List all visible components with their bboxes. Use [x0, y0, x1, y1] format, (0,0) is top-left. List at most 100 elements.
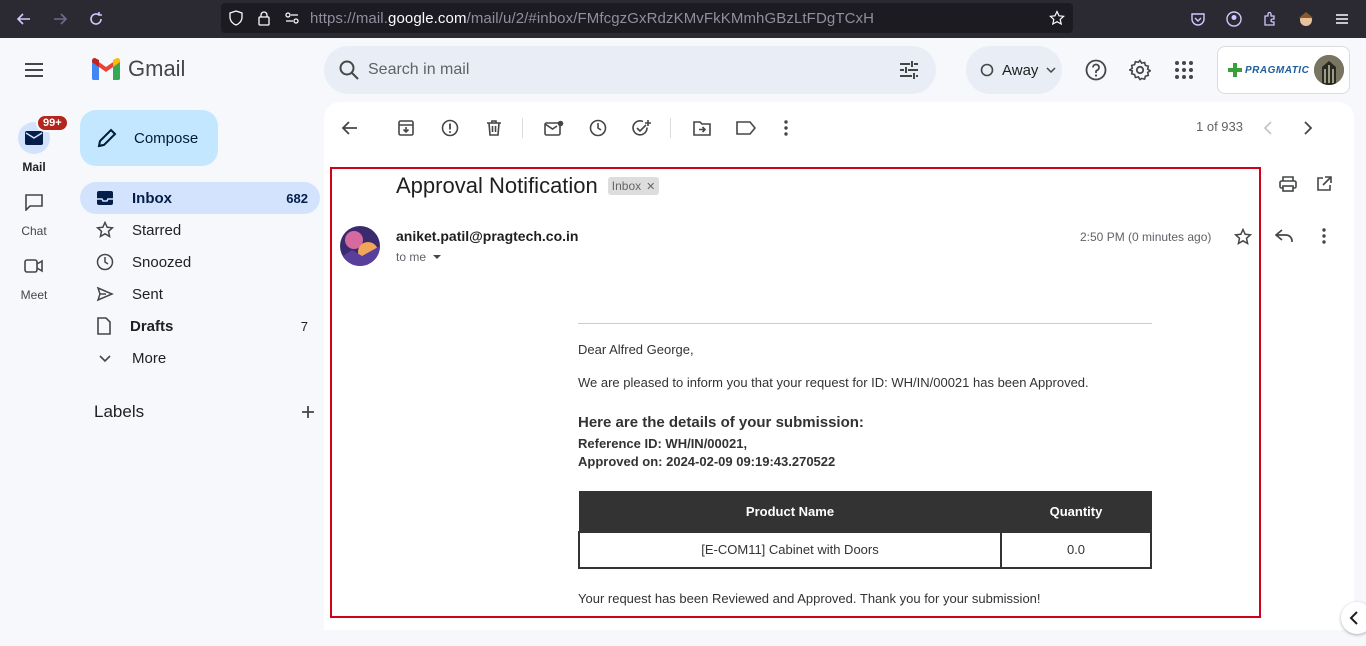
recipient-text: to me — [396, 250, 427, 264]
nav-count: 682 — [286, 190, 308, 206]
nav-item-more[interactable]: More — [80, 342, 320, 374]
mark-unread-icon[interactable] — [542, 116, 566, 140]
reload-icon[interactable] — [86, 9, 106, 29]
gmail-m-icon — [92, 58, 120, 80]
send-icon — [96, 286, 114, 302]
draft-icon — [97, 317, 111, 335]
menu-icon[interactable] — [1332, 9, 1352, 29]
intro-paragraph: We are pleased to inform you that your r… — [578, 375, 1089, 390]
account-icon[interactable] — [1224, 9, 1244, 29]
more-vert-icon[interactable] — [774, 116, 798, 140]
details-heading: Here are the details of your submission: — [578, 414, 864, 431]
chevron-down-icon — [1046, 67, 1056, 73]
star-email-icon[interactable] — [1233, 227, 1253, 251]
search-options-icon[interactable] — [898, 59, 920, 86]
compose-label: Compose — [134, 129, 199, 147]
profile-avatar-icon[interactable] — [1296, 9, 1316, 29]
closing-paragraph: Your request has been Reviewed and Appro… — [578, 590, 1041, 606]
bookmark-star-icon[interactable] — [1047, 8, 1067, 28]
address-bar[interactable]: https://mail.google.com/mail/u/2/#inbox/… — [221, 3, 1073, 33]
search-icon[interactable] — [338, 59, 360, 86]
pagination-text: 1 of 933 — [1196, 119, 1243, 134]
archive-icon[interactable] — [394, 116, 418, 140]
rail-chat-label: Chat — [21, 224, 47, 238]
print-icon[interactable] — [1276, 172, 1300, 196]
recipient-line[interactable]: to me — [396, 250, 442, 264]
label-icon[interactable] — [734, 116, 758, 140]
org-logo: PRAGMATIC — [1228, 63, 1309, 77]
pencil-icon — [97, 128, 117, 148]
account-switcher[interactable]: PRAGMATIC — [1217, 46, 1350, 94]
permissions-icon[interactable] — [282, 8, 302, 28]
rail-meet[interactable]: Meet — [0, 250, 68, 302]
toolbar-divider — [522, 118, 523, 138]
pragmatic-logo-icon — [1228, 63, 1242, 77]
product-table: Product Name Quantity [E-COM11] Cabinet … — [578, 491, 1152, 569]
email-subject: Approval Notification — [396, 173, 598, 198]
settings-gear-icon[interactable] — [1128, 58, 1152, 82]
cell-quantity: 0.0 — [1000, 530, 1152, 569]
inbox-icon — [97, 191, 113, 205]
reply-icon[interactable] — [1272, 224, 1296, 248]
back-arrow-icon[interactable] — [14, 9, 34, 29]
delete-icon[interactable] — [482, 116, 506, 140]
snooze-icon[interactable] — [586, 116, 610, 140]
nav-count: 7 — [300, 318, 308, 334]
rail-chat[interactable]: Chat — [0, 186, 68, 238]
sender-email[interactable]: aniket.patil@pragtech.co.in — [396, 228, 578, 244]
video-camera-icon — [24, 259, 43, 273]
header-product-name: Product Name — [578, 491, 1002, 532]
avatar[interactable] — [1314, 55, 1344, 85]
nav-item-inbox[interactable]: Inbox 682 — [80, 182, 320, 214]
pocket-icon[interactable] — [1188, 9, 1208, 29]
back-icon[interactable] — [338, 116, 362, 140]
browser-toolbar: https://mail.google.com/mail/u/2/#inbox/… — [0, 0, 1366, 38]
add-task-icon[interactable] — [630, 116, 654, 140]
open-new-window-icon[interactable] — [1312, 172, 1336, 196]
nav-item-snoozed[interactable]: Snoozed — [80, 246, 320, 278]
status-circle-icon — [980, 63, 994, 77]
inbox-label-chip[interactable]: Inbox ✕ — [607, 177, 660, 195]
divider — [578, 323, 1152, 324]
email-subject-row: Approval Notification Inbox ✕ — [396, 173, 660, 199]
nav-item-starred[interactable]: Starred — [80, 214, 320, 246]
extensions-icon[interactable] — [1260, 9, 1280, 29]
report-spam-icon[interactable] — [438, 116, 462, 140]
table-row: [E-COM11] Cabinet with Doors 0.0 — [578, 530, 1152, 569]
rail-mail[interactable]: 99+ Mail — [0, 114, 69, 174]
email-body: Dear Alfred George, We are pleased to in… — [578, 323, 1152, 606]
shield-icon — [226, 8, 246, 28]
nav-label: More — [132, 349, 167, 367]
highlighted-email: Approval Notification Inbox ✕ aniket.pat… — [330, 167, 1261, 618]
message-more-icon[interactable] — [1312, 224, 1336, 248]
status-selector[interactable]: Away — [966, 46, 1062, 94]
chevron-left-icon — [1349, 611, 1358, 625]
sender-avatar[interactable] — [340, 226, 380, 266]
side-panel-toggle[interactable] — [1341, 602, 1366, 634]
apps-grid-icon[interactable] — [1172, 58, 1196, 82]
forward-arrow-icon[interactable] — [50, 9, 70, 29]
nav-label: Snoozed — [132, 253, 192, 271]
caret-down-icon[interactable] — [432, 254, 442, 260]
nav-item-drafts[interactable]: Drafts 7 — [80, 310, 320, 342]
help-icon[interactable] — [1084, 58, 1108, 82]
search-bar[interactable] — [324, 46, 936, 94]
message-view: 1 of 933 Approval Notification Inbox ✕ a… — [324, 102, 1354, 630]
rail-mail-label: Mail — [22, 160, 46, 174]
unread-badge: 99+ — [36, 114, 69, 132]
table-header-row: Product Name Quantity — [578, 491, 1152, 532]
compose-button[interactable]: Compose — [80, 110, 218, 166]
older-chevron-icon[interactable] — [1296, 116, 1320, 140]
mail-icon — [25, 131, 43, 145]
remove-label-icon[interactable]: ✕ — [646, 180, 655, 193]
move-to-icon[interactable] — [690, 116, 714, 140]
plus-icon[interactable] — [300, 404, 316, 420]
gmail-logo[interactable]: Gmail — [90, 56, 185, 82]
lock-icon — [254, 8, 274, 28]
email-time: 2:50 PM (0 minutes ago) — [1080, 230, 1212, 244]
newer-chevron-icon[interactable] — [1256, 116, 1280, 140]
nav-item-sent[interactable]: Sent — [80, 278, 320, 310]
star-icon — [96, 221, 114, 239]
search-input[interactable] — [368, 58, 888, 82]
clock-icon — [96, 253, 114, 271]
